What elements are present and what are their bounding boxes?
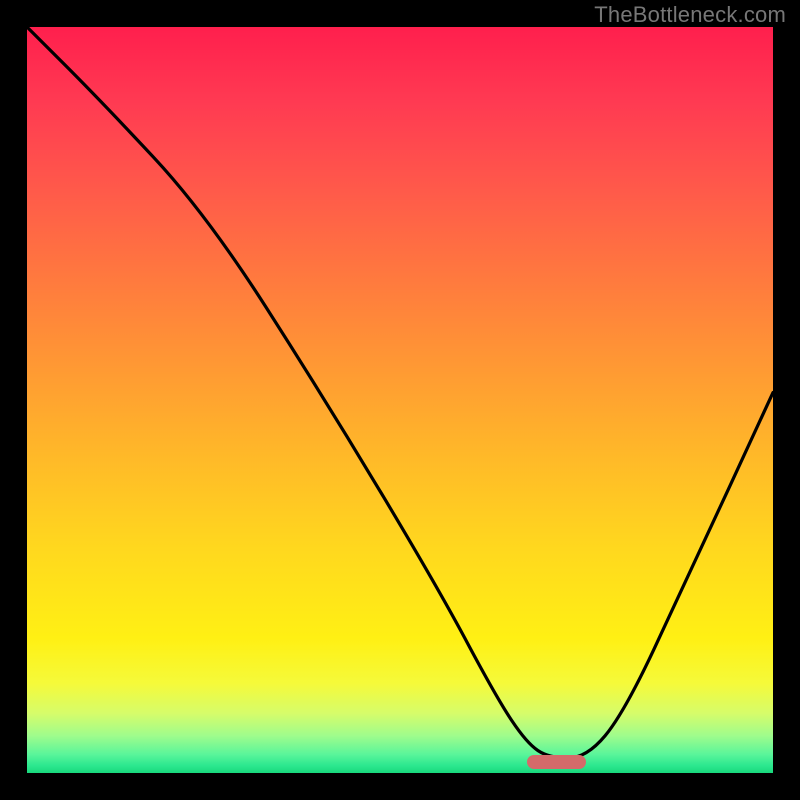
bottleneck-curve (27, 27, 773, 773)
chart-container: TheBottleneck.com (0, 0, 800, 800)
optimal-marker (527, 755, 587, 769)
watermark-text: TheBottleneck.com (594, 2, 786, 28)
plot-area (27, 27, 773, 773)
